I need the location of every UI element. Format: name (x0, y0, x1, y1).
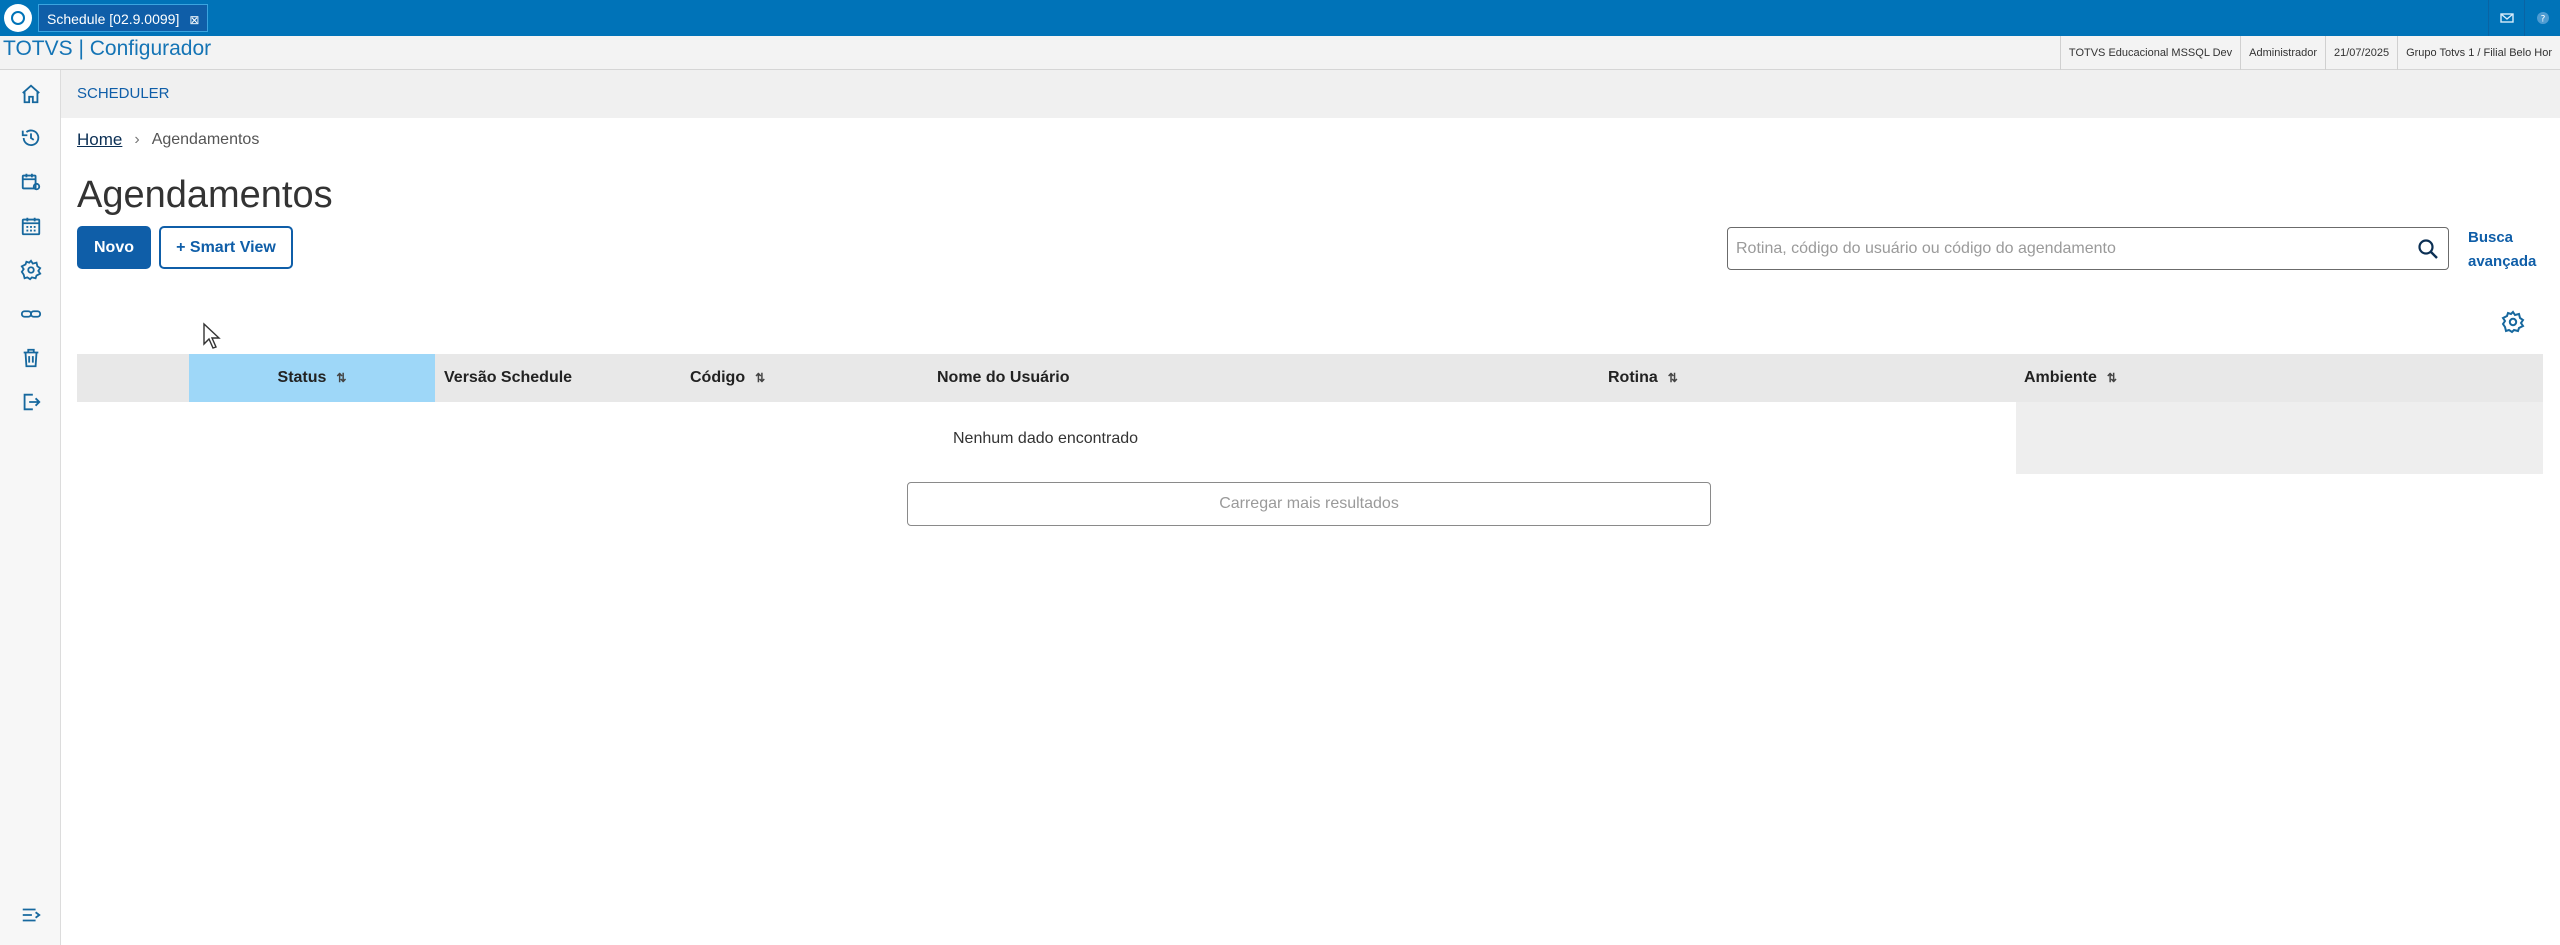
sort-icon[interactable]: ⇅ (1668, 371, 1678, 385)
chevron-right-icon: › (134, 131, 140, 148)
column-status[interactable]: Status ⇅ (189, 354, 435, 402)
sort-icon[interactable]: ⇅ (2107, 371, 2117, 385)
table-empty-row: Nenhum dado encontrado (77, 402, 2543, 474)
gear-icon (20, 259, 42, 281)
schedules-table: Status ⇅ Versão Schedule Código ⇅ Nome do … (77, 354, 2543, 474)
new-button[interactable]: Novo (77, 226, 151, 269)
trash-icon (23, 348, 39, 368)
svg-text:?: ? (2540, 15, 2545, 25)
column-rotina[interactable]: Rotina ⇅ (1608, 354, 1678, 402)
sidebar-item-links[interactable] (18, 301, 44, 327)
column-versao-label: Versão Schedule (444, 369, 573, 386)
load-more-button[interactable]: Carregar mais resultados (907, 482, 1711, 526)
search-icon[interactable] (2416, 237, 2440, 261)
sidebar-collapse-button[interactable] (18, 902, 44, 928)
ambiente-empty-cell (2016, 402, 2543, 474)
empty-message: Nenhum dado encontrado (953, 430, 1139, 447)
app-title: TOTVS | Configurador (3, 37, 212, 60)
page-title: Agendamentos (77, 174, 333, 216)
context-date[interactable]: 21/07/2025 (2325, 36, 2397, 70)
sort-icon[interactable]: ⇅ (755, 371, 765, 385)
column-rotina-label: Rotina (1608, 369, 1658, 386)
calendar-icon (21, 217, 41, 236)
window-bar: Schedule [02.9.0099] ⊠ ? (0, 0, 2560, 36)
section-title: SCHEDULER (77, 85, 170, 102)
sidebar-item-logout[interactable] (18, 389, 44, 415)
calendar-settings-icon (21, 173, 41, 191)
sidebar-item-trash[interactable] (18, 345, 44, 371)
column-codigo[interactable]: Código ⇅ (690, 354, 765, 402)
search-input[interactable] (1736, 228, 2386, 269)
advanced-search-label-2: avançada (2468, 253, 2537, 270)
column-versao-schedule[interactable]: Versão Schedule (444, 354, 572, 402)
context-user[interactable]: Administrador (2240, 36, 2325, 70)
sidebar-item-history[interactable] (18, 125, 44, 151)
context-environment[interactable]: TOTVS Educacional MSSQL Dev (2059, 36, 2240, 70)
context-branch[interactable]: Grupo Totvs 1 / Filial Belo Hor (2397, 36, 2560, 70)
sidebar-item-home[interactable] (18, 81, 44, 107)
search-box (1727, 227, 2449, 270)
home-icon (22, 84, 40, 104)
column-nome-label: Nome do Usuário (937, 369, 1070, 386)
sidebar-item-calendar[interactable] (18, 213, 44, 239)
advanced-search-link[interactable]: Busca avançada (2468, 226, 2536, 274)
section-header: SCHEDULER (61, 70, 2560, 118)
column-codigo-label: Código (690, 369, 746, 386)
logout-icon (23, 393, 41, 411)
close-icon[interactable]: ⊠ (189, 13, 199, 27)
column-ambiente-label: Ambiente (2024, 369, 2097, 386)
advanced-search-label-1: Busca (2468, 229, 2514, 246)
history-icon (21, 129, 40, 147)
breadcrumb-current: Agendamentos (151, 131, 260, 148)
sort-icon[interactable]: ⇅ (336, 371, 346, 385)
mouse-cursor-icon (203, 322, 221, 349)
table-settings-gear-icon[interactable] (2501, 310, 2525, 334)
breadcrumb: Home › Agendamentos (77, 130, 259, 150)
column-status-label: Status (277, 369, 327, 386)
breadcrumb-home-link[interactable]: Home (77, 130, 122, 150)
column-ambiente[interactable]: Ambiente ⇅ (2024, 354, 2117, 402)
app-header: TOTVS | Configurador TOTVS Educacional M… (0, 36, 2560, 70)
smart-view-button[interactable]: + Smart View (159, 226, 293, 269)
totvs-logo-icon (4, 4, 32, 32)
app-tab-title: Schedule [02.9.0099] (47, 11, 180, 27)
context-bar: TOTVS Educacional MSSQL Dev Administrado… (2059, 36, 2560, 70)
column-nome-usuario[interactable]: Nome do Usuário (937, 354, 1069, 402)
app-tab[interactable]: Schedule [02.9.0099] ⊠ (38, 4, 209, 32)
table-header: Status ⇅ Versão Schedule Código ⇅ Nome do … (77, 354, 2543, 402)
link-icon (20, 310, 42, 318)
mail-icon[interactable] (2488, 0, 2524, 36)
help-icon[interactable]: ? (2524, 0, 2560, 36)
sidebar-item-schedules[interactable] (18, 169, 44, 195)
window-actions: ? (2488, 0, 2560, 36)
main-content: SCHEDULER Home › Agendamentos Agendament… (61, 70, 2560, 945)
menu-collapse-icon (22, 908, 41, 922)
sidebar-item-settings[interactable] (18, 257, 44, 283)
sidebar (0, 70, 61, 945)
